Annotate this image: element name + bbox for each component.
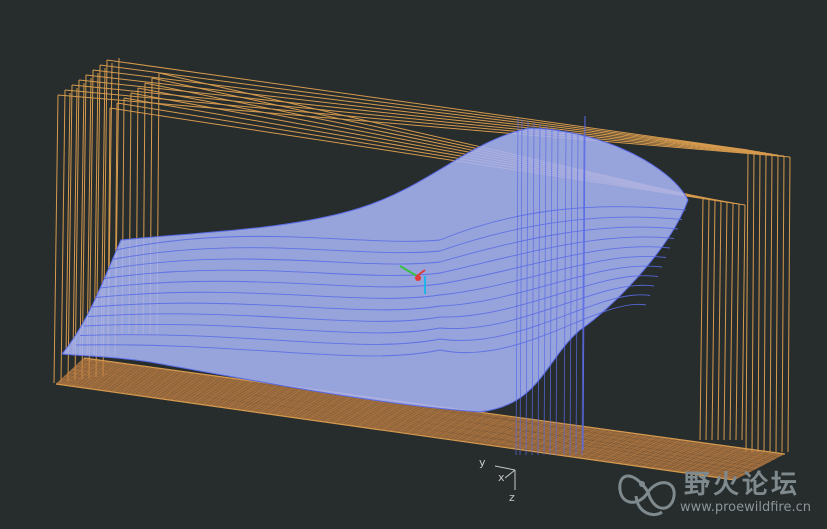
frame-edge (72, 87, 78, 356)
frame-edge (729, 202, 734, 441)
model-scene[interactable] (0, 0, 827, 529)
frame-edge (67, 84, 73, 382)
frame-edge (53, 94, 59, 384)
frame-edge (699, 197, 704, 441)
frame-edge (763, 152, 767, 453)
butterfly-logo-icon (618, 474, 676, 517)
frame-edge (757, 151, 761, 453)
world-x-axis (504, 469, 516, 479)
frame-edge (745, 149, 749, 453)
axis-x-label: x (498, 471, 505, 484)
triad-origin (415, 275, 421, 281)
frame-edge (717, 200, 722, 441)
frame-edge (769, 153, 773, 453)
frame-edge (64, 89, 785, 157)
watermark: 野火论坛 www.proewildfire.cn (614, 462, 824, 522)
world-y-axis (494, 465, 516, 471)
frame-edge (735, 203, 740, 441)
frame-edge (60, 89, 66, 383)
axis-y-label: y (479, 456, 486, 469)
3d-viewport[interactable]: y x z 野火论坛 www.proewildfire.cn (0, 0, 827, 529)
watermark-title: 野火论坛 (684, 470, 801, 500)
frame-edge (92, 69, 761, 153)
frame-edge (85, 74, 767, 154)
frame-edge (775, 154, 779, 453)
frame-edge (741, 204, 746, 441)
frame-edge (65, 92, 71, 356)
frame-edge (106, 59, 749, 151)
frame-edge (787, 156, 791, 453)
frame-edge (711, 199, 716, 441)
frame-edge (79, 82, 85, 356)
frame-edge (723, 201, 728, 441)
axis-z-label: z (509, 491, 515, 504)
frame-edge (751, 150, 755, 453)
frame-edge (781, 155, 785, 453)
watermark-url: www.proewildfire.cn (680, 500, 811, 515)
frame-edge (705, 198, 710, 441)
